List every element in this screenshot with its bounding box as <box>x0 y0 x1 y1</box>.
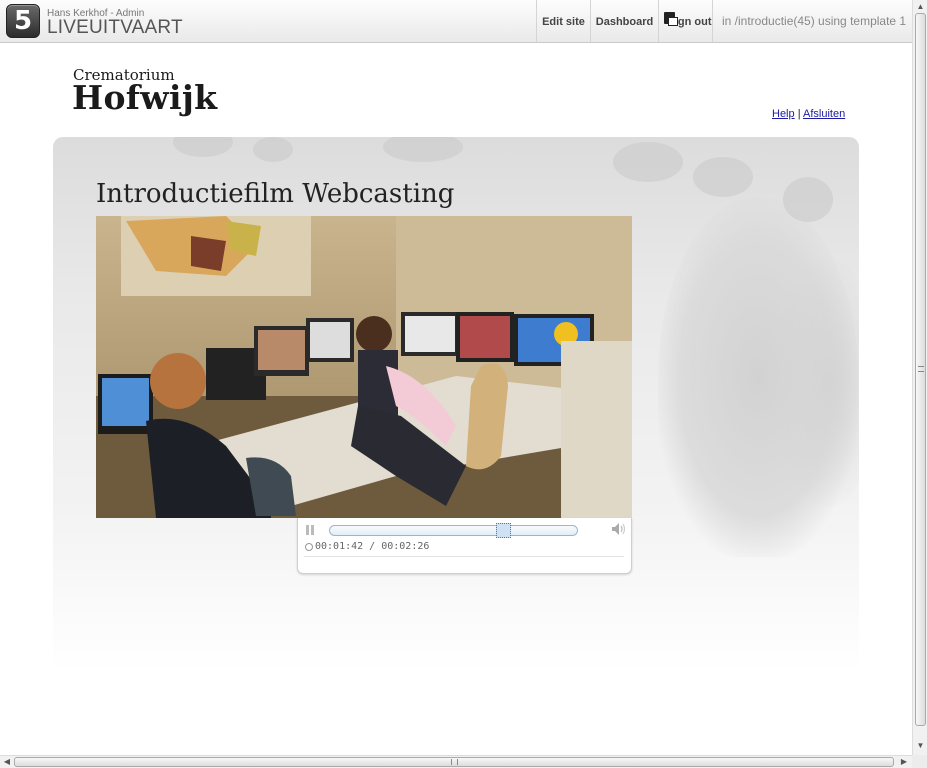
scroll-down-arrow-icon[interactable]: ▼ <box>916 741 925 751</box>
background-leaf <box>783 177 833 222</box>
scrollbar-corner <box>912 755 927 768</box>
background-leaf <box>173 137 233 157</box>
admin-toolbar: 5 Hans Kerkhof - Admin LIVEUITVAART Edit… <box>0 0 912 43</box>
browser-viewport: 5 Hans Kerkhof - Admin LIVEUITVAART Edit… <box>0 0 912 755</box>
video-frame-image <box>96 216 632 518</box>
afsluiten-link[interactable]: Afsluiten <box>803 108 845 120</box>
scroll-up-arrow-icon[interactable]: ▲ <box>916 2 925 12</box>
vertical-scrollbar[interactable]: ▲ ▼ <box>912 0 927 755</box>
horizontal-scrollbar[interactable]: ◀ ▶ <box>0 755 912 768</box>
sign-out-icon <box>664 12 678 26</box>
site-logo-title: Hofwijk <box>72 78 218 117</box>
background-leaf <box>383 137 463 162</box>
scroll-right-arrow-icon[interactable]: ▶ <box>899 757 909 767</box>
progress-bar[interactable] <box>329 523 578 538</box>
page-title: Introductiefilm Webcasting <box>96 179 455 209</box>
edit-site-button[interactable]: Edit site <box>536 0 590 42</box>
cms-logo-icon[interactable]: 5 <box>6 4 40 38</box>
sign-out-button[interactable]: Sign out <box>658 0 712 42</box>
time-display: 00:01:42 / 00:02:26 <box>315 541 430 552</box>
grip-icon <box>451 759 458 765</box>
controls-divider <box>304 556 624 557</box>
pause-icon[interactable] <box>306 525 315 535</box>
content-panel: Introductiefilm Webcasting 00:01:42 / 00… <box>53 137 859 672</box>
background-leaf <box>613 142 683 182</box>
background-leaf <box>253 137 293 162</box>
top-links: Help | Afsluiten <box>772 108 845 120</box>
link-separator: | <box>797 108 801 120</box>
dashboard-button[interactable]: Dashboard <box>590 0 658 42</box>
grip-icon <box>918 366 924 372</box>
admin-site-name: LIVEUITVAART <box>47 17 183 38</box>
horizontal-scroll-thumb[interactable] <box>14 757 894 767</box>
volume-icon[interactable] <box>612 523 626 535</box>
background-leaf <box>693 157 753 197</box>
clock-icon <box>305 543 313 551</box>
player-controls: 00:01:42 / 00:02:26 <box>297 518 632 574</box>
scroll-left-arrow-icon[interactable]: ◀ <box>2 757 12 767</box>
template-info: in /introductie(45) using template 1 <box>712 0 912 42</box>
progress-handle[interactable] <box>495 523 511 538</box>
cms-logo-number: 5 <box>13 6 33 36</box>
vertical-scroll-thumb[interactable] <box>915 13 926 726</box>
help-link[interactable]: Help <box>772 108 795 120</box>
video-player[interactable] <box>96 216 632 518</box>
